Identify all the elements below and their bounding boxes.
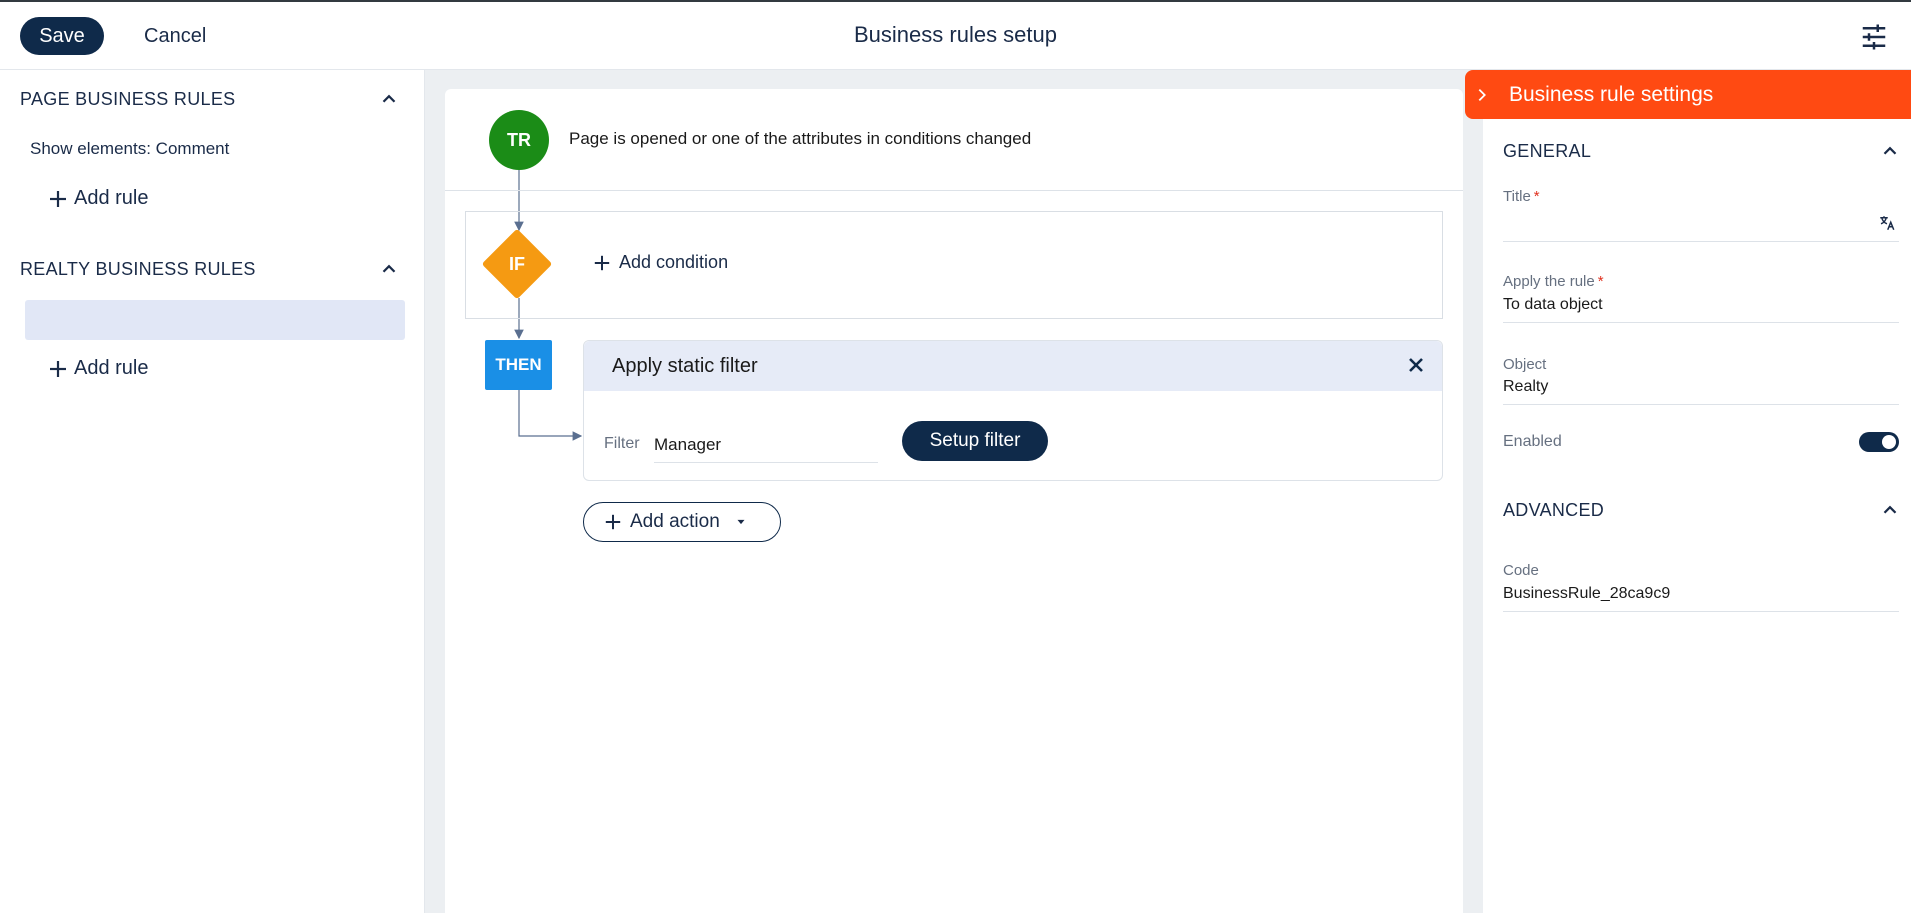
enabled-toggle[interactable] [1859,432,1899,452]
settings-panel-header[interactable]: Business rule settings [1465,70,1911,119]
object-underline [1503,404,1899,405]
add-realty-rule-button[interactable]: Add rule [48,357,149,380]
add-action-button[interactable]: Add action [583,502,781,542]
rules-sidebar: PAGE BUSINESS RULES Show elements: Comme… [0,70,425,913]
enabled-label: Enabled [1503,433,1562,450]
save-button[interactable]: Save [20,17,104,55]
object-label: Object [1503,356,1547,373]
add-action-label: Add action [630,511,720,532]
chevron-up-icon[interactable] [378,88,400,110]
advanced-section-title: ADVANCED [1503,499,1605,520]
settings-panel-title: Business rule settings [1509,82,1714,106]
add-condition-button[interactable]: Add condition [593,252,728,273]
apply-rule-field[interactable]: To data object [1503,296,1899,314]
rule-item-show-elements-comment[interactable]: Show elements: Comment [30,139,229,159]
plus-icon [605,514,621,530]
then-badge: THEN [485,340,552,390]
trigger-badge: TR [489,110,549,170]
cancel-button[interactable]: Cancel [130,17,220,55]
selected-rule-item[interactable] [25,300,405,340]
trigger-description: Page is opened or one of the attributes … [569,129,1032,148]
action-card-header[interactable]: Apply static filter [584,341,1442,391]
title-input[interactable] [1503,212,1899,236]
toggle-knob [1882,435,1896,449]
chevron-up-icon[interactable] [378,258,400,280]
advanced-section-header[interactable]: ADVANCED [1503,495,1901,525]
plus-icon [50,360,66,377]
action-title: Apply static filter [612,355,758,377]
trigger-row[interactable]: TR Page is opened or one of the attribut… [445,89,1463,191]
code-label: Code [1503,562,1539,579]
realty-rules-section-header[interactable]: REALTY BUSINESS RULES [20,254,400,284]
add-rule-label: Add rule [74,357,149,379]
caret-down-icon [737,519,745,525]
general-section-header[interactable]: GENERAL [1503,136,1901,166]
filter-label: Filter [604,435,640,452]
chevron-up-icon[interactable] [1879,499,1901,521]
chevron-up-icon[interactable] [1879,140,1901,162]
plus-icon [594,255,610,270]
page-title: Business rules setup [854,22,1057,47]
rule-canvas: TR Page is opened or one of the attribut… [445,89,1463,913]
object-field[interactable]: Realty [1503,378,1899,396]
title-field-label: Title * [1503,188,1540,205]
translate-icon[interactable] [1878,214,1896,232]
chevron-right-icon[interactable] [1473,86,1491,104]
apply-rule-label: Apply the rule * [1503,273,1604,290]
apply-rule-underline [1503,322,1899,323]
filter-field[interactable]: Manager [654,433,878,463]
realty-rules-section-title: REALTY BUSINESS RULES [20,258,256,279]
page-rules-section-header[interactable]: PAGE BUSINESS RULES [20,84,400,114]
code-field[interactable]: BusinessRule_28ca9c9 [1503,585,1899,603]
page-rules-section-title: PAGE BUSINESS RULES [20,88,236,109]
plus-icon [50,190,66,207]
condition-badge: IF [509,253,525,274]
top-toolbar: Save Cancel Business rules setup [0,0,1911,70]
code-underline [1503,611,1899,612]
add-page-rule-button[interactable]: Add rule [48,187,149,210]
action-card: Apply static filter Filter Manager Setup… [583,340,1443,481]
close-icon[interactable] [1406,355,1426,375]
add-rule-label: Add rule [74,187,149,209]
settings-sliders-icon[interactable] [1859,22,1889,52]
title-field-underline [1503,241,1899,242]
general-section-title: GENERAL [1503,140,1592,161]
setup-filter-button[interactable]: Setup filter [902,421,1048,461]
add-condition-label: Add condition [619,252,729,272]
